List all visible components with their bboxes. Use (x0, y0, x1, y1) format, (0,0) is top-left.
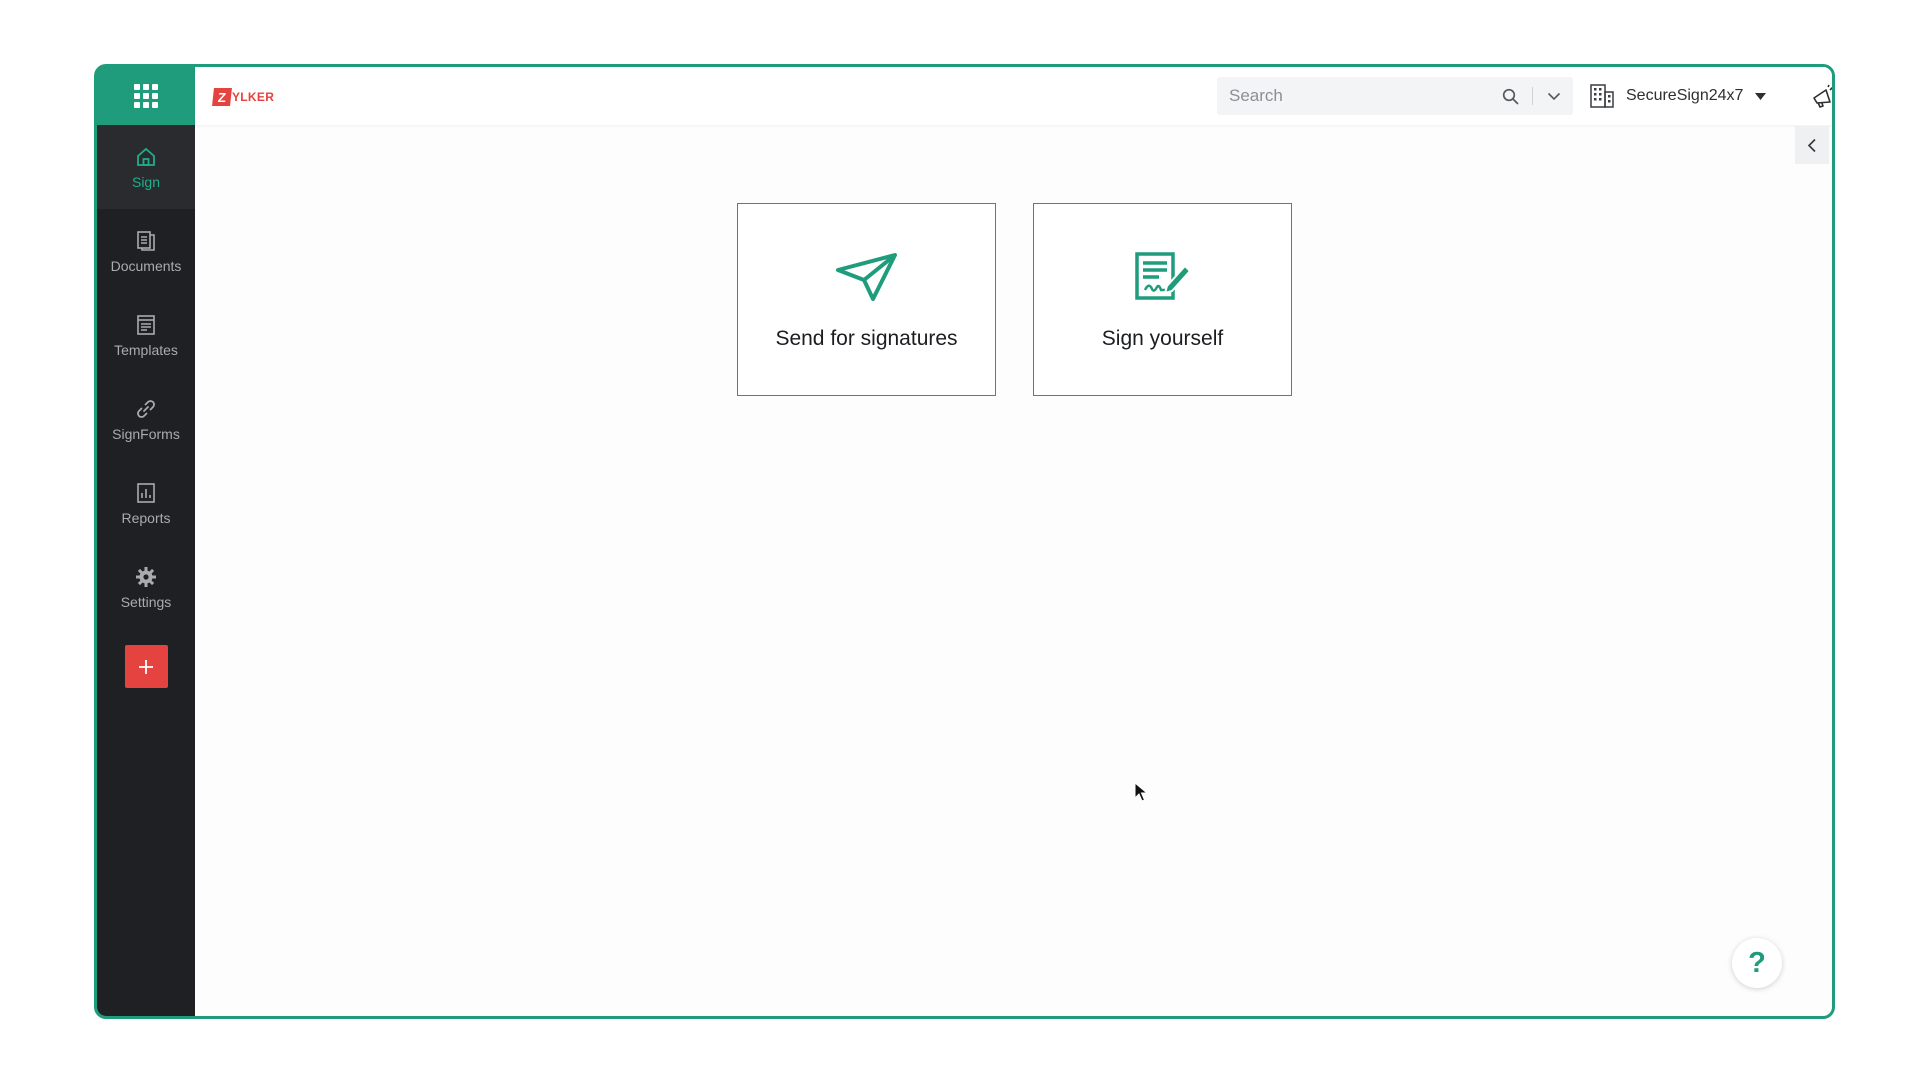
megaphone-icon[interactable] (1810, 83, 1832, 111)
search-divider (1532, 87, 1533, 105)
sign-yourself-card[interactable]: Sign yourself (1033, 203, 1292, 396)
top-bar: Z YLKER Search SecureSign24x7 (195, 67, 1832, 125)
brand-logo[interactable]: Z YLKER (212, 87, 275, 106)
templates-icon (135, 312, 157, 338)
search-bar (1217, 77, 1573, 115)
sidebar-item-label: Reports (121, 510, 171, 526)
documents-icon (135, 228, 157, 254)
plus-icon (139, 659, 153, 674)
search-scope-dropdown[interactable] (1539, 77, 1569, 115)
search-icon[interactable] (1494, 77, 1526, 115)
help-button[interactable]: ? (1732, 938, 1782, 988)
caret-down-icon (1755, 92, 1767, 100)
chevron-left-icon (1807, 138, 1816, 152)
sidebar-item-sign[interactable]: Sign (97, 125, 195, 209)
send-for-signatures-card[interactable]: Send for signatures (737, 203, 996, 396)
reports-icon (135, 480, 157, 506)
search-input[interactable] (1217, 77, 1494, 115)
org-name: SecureSign24x7 (1626, 87, 1744, 104)
apps-launcher-button[interactable] (97, 67, 195, 125)
sidebar-item-label: Sign (131, 174, 161, 190)
gear-icon (135, 564, 157, 590)
sidebar-item-reports[interactable]: Reports (97, 461, 195, 545)
sidebar-item-label: Templates (114, 342, 178, 358)
sidebar-item-label: Documents (110, 258, 182, 274)
sidebar-item-label: SignForms (112, 426, 180, 442)
card-label: Sign yourself (1101, 327, 1224, 350)
paper-plane-icon (835, 252, 898, 302)
link-icon (135, 396, 157, 422)
sidebar-item-signforms[interactable]: SignForms (97, 377, 195, 461)
org-switcher[interactable]: SecureSign24x7 (1589, 81, 1767, 111)
logo-letter: Z (212, 87, 232, 106)
sidebar-item-label: Settings (120, 594, 172, 610)
sidebar-item-documents[interactable]: Documents (97, 209, 195, 293)
sidebar-item-settings[interactable]: Settings (97, 545, 195, 629)
sign-document-icon (1134, 252, 1191, 302)
sidebar-item-templates[interactable]: Templates (97, 293, 195, 377)
building-icon (1590, 84, 1614, 108)
logo-text: YLKER (232, 89, 275, 104)
sidebar: Sign Documents Templates SignForms Repor… (97, 67, 195, 1016)
apps-grid-icon (134, 84, 158, 108)
help-icon: ? (1748, 946, 1766, 979)
collapse-panel-button[interactable] (1795, 126, 1829, 164)
home-icon (135, 144, 157, 170)
chevron-down-icon (1547, 92, 1561, 100)
add-new-button[interactable] (124, 645, 168, 688)
card-label: Send for signatures (775, 327, 958, 350)
app-window: Sign Documents Templates SignForms Repor… (94, 64, 1835, 1019)
